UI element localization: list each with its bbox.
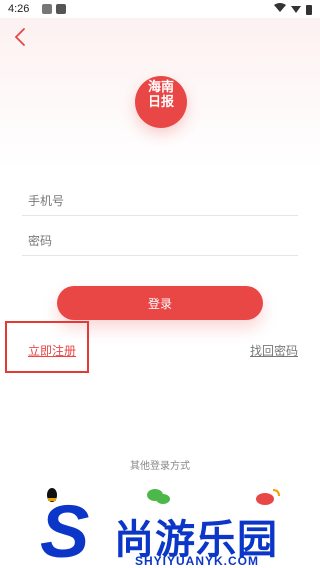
password-input[interactable]: [22, 226, 298, 255]
other-login-title: 其他登录方式: [130, 461, 190, 472]
watermark-overlay: S 尚游乐园 SHYIYUANYK.COM: [40, 495, 320, 568]
login-button[interactable]: 登录: [57, 286, 263, 320]
watermark-url: SHYIYUANYK.COM: [135, 554, 260, 568]
signal-icon: [291, 6, 301, 13]
phone-field[interactable]: [22, 186, 298, 216]
back-chevron-icon[interactable]: [10, 26, 32, 48]
watermark-logo: S: [40, 490, 90, 568]
battery-icon: [306, 4, 312, 15]
password-field[interactable]: [22, 226, 298, 256]
forgot-password-link[interactable]: 找回密码: [250, 342, 298, 359]
register-link[interactable]: 立即注册: [28, 342, 76, 359]
notification-icon: [42, 4, 52, 14]
logo-line-1: 海南: [147, 80, 174, 95]
status-icons: [274, 3, 312, 16]
wifi-icon: [274, 3, 286, 16]
status-bar: 4:26: [0, 0, 320, 18]
logo-line-2: 日报: [147, 95, 174, 110]
app-icon: [56, 4, 66, 14]
logo-text: 海南 日报: [135, 80, 187, 110]
status-time: 4:26: [8, 3, 30, 15]
phone-input[interactable]: [22, 186, 298, 215]
